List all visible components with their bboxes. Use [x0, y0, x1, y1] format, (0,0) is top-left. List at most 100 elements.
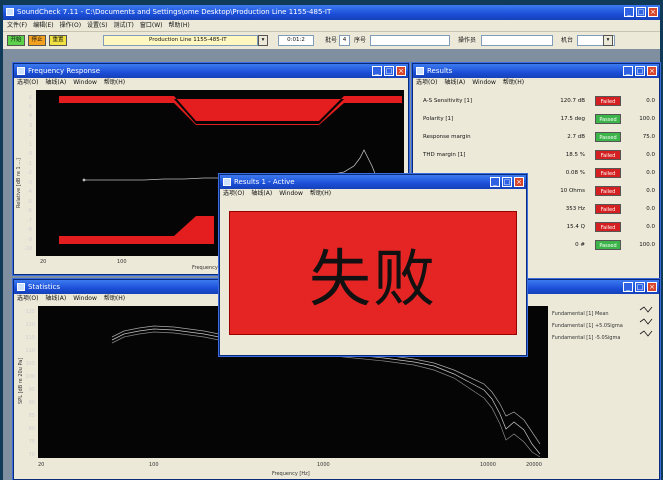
result-value: 2.7 dB	[567, 134, 585, 140]
result-percent: 0.0	[646, 152, 655, 158]
result-value: 120.7 dB	[560, 98, 585, 104]
reset-button[interactable]: 重置	[49, 35, 67, 46]
x-tick: 20	[40, 259, 46, 265]
results-title-bar[interactable]: Results _ □ ×	[413, 64, 659, 78]
app-menu-bar: 文件(F) 编辑(E) 操作(O) 设置(S) 测试(T) 窗口(W) 帮助(H…	[3, 20, 660, 31]
stats-window-controls: _ □ ×	[623, 282, 657, 292]
sequence-select[interactable]: Production Line 1155-485-IT	[103, 35, 258, 46]
app-title-bar[interactable]: SoundCheck 7.11 - C:\Documents and Setti…	[3, 5, 660, 20]
status-badge: Failed	[595, 96, 621, 106]
result-row: A-S Sensitivity [1]120.7 dBFailed0.0%	[419, 94, 655, 108]
result-name: THD margin [1]	[423, 152, 466, 158]
time-field: 0:01:2	[278, 35, 314, 46]
menu-help[interactable]: 帮助(H)	[104, 294, 125, 304]
close-icon[interactable]: ×	[514, 177, 524, 187]
menu-options[interactable]: 选项(O)	[416, 78, 437, 88]
close-icon[interactable]: ×	[396, 66, 406, 76]
menu-help[interactable]: 帮助(H)	[310, 189, 331, 199]
result-value: 353 Hz	[565, 206, 585, 212]
result-value: 17.5 deg	[560, 116, 585, 122]
y-tick: -10	[24, 246, 32, 252]
result-value: 10 Ohms	[560, 188, 585, 194]
y-tick: 3	[29, 123, 32, 129]
close-icon[interactable]: ×	[647, 282, 657, 292]
toolbar: 开始 停止 重置 Production Line 1155-485-IT ▾ 0…	[3, 31, 660, 50]
y-tick: -6	[27, 208, 32, 214]
minimize-icon[interactable]: _	[623, 282, 633, 292]
menu-test[interactable]: 测试(T)	[114, 20, 134, 31]
x-axis-label: Frequency	[192, 265, 218, 271]
menu-window[interactable]: Window	[73, 78, 97, 88]
status-badge: Failed	[595, 150, 621, 160]
y-tick: 80	[29, 426, 35, 432]
menu-help[interactable]: 帮助(H)	[503, 78, 524, 88]
sequence-value: Production Line 1155-485-IT	[149, 37, 227, 43]
curve-start-marker	[82, 178, 86, 182]
result-unit: %	[659, 220, 660, 234]
y-tick: 75	[29, 439, 35, 445]
serial-field[interactable]	[370, 35, 450, 46]
minimize-icon[interactable]: _	[624, 7, 634, 17]
menu-setup[interactable]: 设置(S)	[87, 20, 108, 31]
station-label: 机台	[561, 37, 574, 44]
run-button[interactable]: 开始	[7, 35, 25, 46]
popup-window-controls: _ □ ×	[490, 177, 524, 187]
maximize-icon[interactable]: □	[636, 7, 646, 17]
x-tick: 100	[117, 259, 127, 265]
x-tick: 1000	[317, 462, 330, 468]
verdict-panel: 失败	[229, 211, 517, 335]
menu-operate[interactable]: 操作(O)	[60, 20, 81, 31]
station-dropdown-icon[interactable]: ▾	[603, 35, 613, 46]
operator-field[interactable]	[481, 35, 553, 46]
y-tick: 0	[29, 151, 32, 157]
result-name: Polarity [1]	[423, 116, 454, 122]
minimize-icon[interactable]: _	[490, 177, 500, 187]
minimize-icon[interactable]: _	[372, 66, 382, 76]
menu-axis[interactable]: 轴线(A)	[45, 294, 66, 304]
menu-help[interactable]: 帮助(H)	[169, 20, 190, 31]
menu-help[interactable]: 帮助(H)	[104, 78, 125, 88]
results-menu-bar: 选项(O) 轴线(A) Window 帮助(H)	[413, 78, 659, 88]
menu-window[interactable]: Window	[472, 78, 496, 88]
operator-label: 操作员	[458, 37, 477, 44]
maximize-icon[interactable]: □	[502, 177, 512, 187]
popup-title-bar[interactable]: Results 1 - Active _ □ ×	[220, 175, 526, 189]
y-tick: -2	[27, 170, 32, 176]
result-value: 18.5 %	[565, 152, 585, 158]
menu-file[interactable]: 文件(F)	[7, 20, 27, 31]
batch-field[interactable]: 4	[339, 35, 350, 46]
freq-window-controls: _ □ ×	[372, 66, 406, 76]
minimize-icon[interactable]: _	[623, 66, 633, 76]
stop-button[interactable]: 停止	[28, 35, 46, 46]
y-tick: 95	[29, 387, 35, 393]
menu-edit[interactable]: 编辑(E)	[33, 20, 53, 31]
results-title: Results	[427, 67, 453, 75]
menu-axis[interactable]: 轴线(A)	[45, 78, 66, 88]
menu-window[interactable]: Window	[73, 294, 97, 304]
maximize-icon[interactable]: □	[635, 282, 645, 292]
result-row: Polarity [1]17.5 degPassed100.0%	[419, 112, 655, 126]
close-icon[interactable]: ×	[647, 66, 657, 76]
y-tick: -3	[27, 180, 32, 186]
popup-menu-bar: 选项(O) 轴线(A) Window 帮助(H)	[220, 189, 526, 199]
menu-axis[interactable]: 轴线(A)	[251, 189, 272, 199]
menu-window[interactable]: 窗口(W)	[140, 20, 163, 31]
menu-window[interactable]: Window	[279, 189, 303, 199]
result-percent: 0.0	[646, 170, 655, 176]
close-icon[interactable]: ×	[648, 7, 658, 17]
freq-title-bar[interactable]: Frequency Response _ □ ×	[14, 64, 408, 78]
popup-title: Results 1 - Active	[234, 178, 295, 186]
result-percent: 100.0	[639, 242, 655, 248]
menu-options[interactable]: 选项(O)	[17, 294, 38, 304]
maximize-icon[interactable]: □	[384, 66, 394, 76]
sequence-dropdown-icon[interactable]: ▾	[258, 35, 268, 46]
maximize-icon[interactable]: □	[635, 66, 645, 76]
batch-label: 批号	[325, 37, 338, 44]
menu-options[interactable]: 选项(O)	[17, 78, 38, 88]
menu-axis[interactable]: 轴线(A)	[444, 78, 465, 88]
result-percent: 0.0	[646, 224, 655, 230]
menu-options[interactable]: 选项(O)	[223, 189, 244, 199]
legend-item: Fundamental [1] Mean	[552, 311, 609, 317]
legend-item: Fundamental [1] -5.0Sigma	[552, 335, 620, 341]
result-name: A-S Sensitivity [1]	[423, 98, 473, 104]
